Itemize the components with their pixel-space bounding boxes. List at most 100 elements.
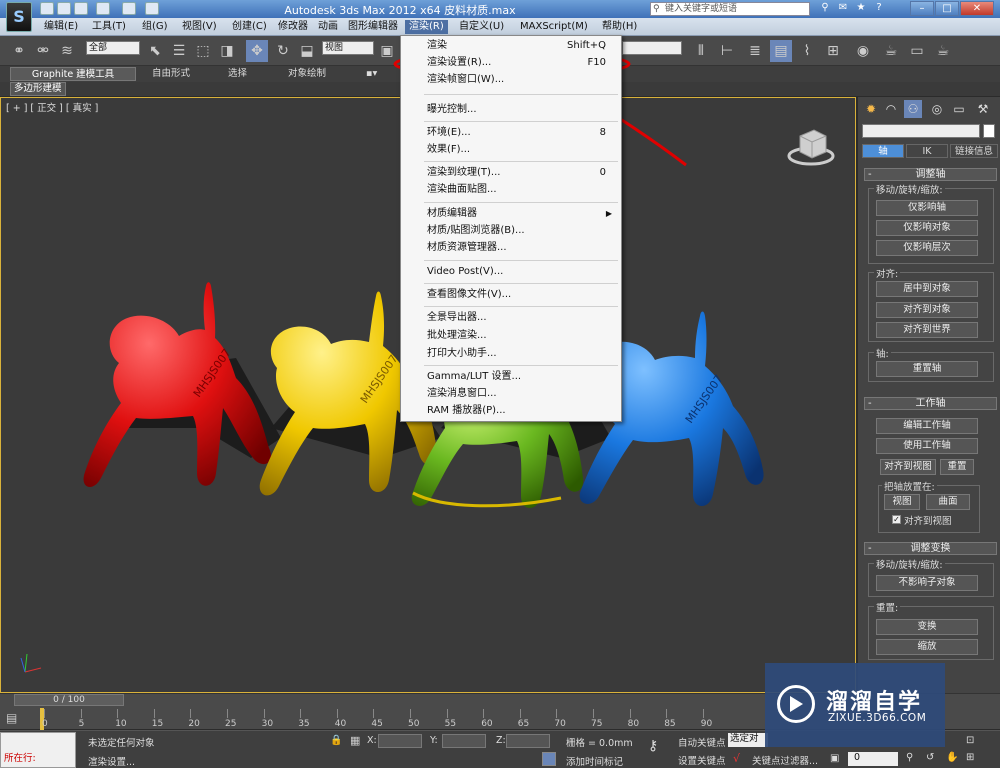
menu-item-ram-player[interactable]: RAM 播放器(P)... <box>400 403 620 419</box>
set-key-icon[interactable]: ⚷ <box>648 738 658 754</box>
lock-selection-icon[interactable]: 🔒 <box>330 735 342 746</box>
reset-scale-button[interactable]: 缩放 <box>876 639 978 655</box>
display-panel-icon[interactable]: ▭ <box>950 100 968 118</box>
align-to-view-checkbox[interactable]: ✓ <box>892 515 901 524</box>
reset-transform-button[interactable]: 变换 <box>876 619 978 635</box>
y-label: Y: <box>430 735 438 746</box>
hierarchy-panel-icon[interactable]: ⚇ <box>904 100 922 118</box>
menu-item-render-surface-map[interactable]: 渲染曲面贴图... <box>400 182 620 198</box>
menu-separator <box>424 260 618 261</box>
x-coord-field[interactable] <box>378 734 422 748</box>
absolute-mode-icon[interactable]: ▦ <box>350 734 360 747</box>
menu-item-environment[interactable]: 环境(E)... 8 <box>400 125 620 141</box>
zoom-icon[interactable]: ⚲ <box>906 752 913 763</box>
create-panel-icon[interactable]: ✹ <box>862 100 880 118</box>
menu-separator <box>424 365 618 366</box>
timeline-tick-mark <box>666 709 668 718</box>
align-to-world-button[interactable]: 对齐到世界 <box>876 322 978 338</box>
menu-separator <box>424 94 618 95</box>
add-time-tag-button[interactable]: 添加时间标记 <box>566 754 623 768</box>
group-label-reset: 重置: <box>874 600 901 614</box>
time-config-icon[interactable]: ▣ <box>830 753 839 764</box>
pan-icon[interactable]: ✋ <box>946 752 958 763</box>
menu-item-view-image-file[interactable]: 查看图像文件(V)... <box>400 287 620 303</box>
orbit-icon[interactable]: ↺ <box>926 752 934 763</box>
maximize-viewport-icon[interactable]: ⊞ <box>966 752 974 763</box>
timeline-tick-label: 50 <box>408 719 420 729</box>
key-filters-button[interactable]: 关键点过滤器... <box>752 753 818 767</box>
menu-item-render[interactable]: 渲染 Shift+Q <box>400 38 620 54</box>
timeline-tick-mark <box>410 709 411 718</box>
menu-item-panorama-exporter[interactable]: 全景导出器... <box>400 310 620 326</box>
timeline-tick-label: 65 <box>517 719 530 729</box>
menu-item-material-browser[interactable]: 材质/贴图浏览器(B)... <box>400 223 620 239</box>
menu-item-rendered-frame-window[interactable]: 渲染帧窗口(W)... <box>400 72 620 88</box>
menu-item-effects[interactable]: 效果(F)... <box>400 142 620 158</box>
affect-object-only-button[interactable]: 仅影响对象 <box>876 220 978 236</box>
timeline-tick-mark <box>629 709 631 718</box>
timeline-tick-mark <box>117 709 119 718</box>
group-label-align: 对齐: <box>874 266 901 280</box>
group-label-transform-move: 移动/旋转/缩放: <box>874 557 945 571</box>
align-to-view-button[interactable]: 对齐到视图 <box>880 459 936 475</box>
maxscript-line-label: 所在行: <box>4 753 36 764</box>
menu-item-batch-render[interactable]: 批处理渲染... <box>400 328 620 344</box>
key-mode-dropdown[interactable]: 选定对 <box>728 733 768 747</box>
grid-spacing: 栅格 = 0.0mm <box>566 738 633 749</box>
use-working-pivot-button[interactable]: 使用工作轴 <box>876 438 978 454</box>
menu-item-exposure-control[interactable]: 曝光控制... <box>400 102 620 118</box>
object-name-field[interactable] <box>862 124 980 138</box>
current-frame-field[interactable]: 0 <box>848 752 898 766</box>
timeline-tick-label: 45 <box>371 719 383 729</box>
center-to-object-button[interactable]: 居中到对象 <box>876 281 978 297</box>
group-label-move: 移动/旋转/缩放: <box>874 182 945 196</box>
place-surface-button[interactable]: 曲面 <box>926 494 970 510</box>
menu-item-print-size-wizard[interactable]: 打印大小助手... <box>400 346 620 362</box>
align-to-object-button[interactable]: 对齐到对象 <box>876 302 978 318</box>
timeline-tick-mark <box>153 709 155 718</box>
dont-affect-children-button[interactable]: 不影响子对象 <box>876 575 978 591</box>
time-tag-icon[interactable] <box>542 752 556 766</box>
modify-panel-icon[interactable]: ◠ <box>882 100 900 118</box>
timeline-tick-label: 5 <box>78 719 85 729</box>
z-coord-field[interactable] <box>506 734 550 748</box>
selection-status: 未选定任何对象 <box>88 738 155 749</box>
rollout-adjust-pivot[interactable]: - 调整轴 <box>864 168 997 181</box>
timeline-tick-label: 30 <box>261 719 274 729</box>
mini-curve-editor-icon[interactable]: ▤ <box>6 711 17 725</box>
timeline-tick-label: 90 <box>700 719 713 729</box>
time-slider[interactable]: 0 / 100 <box>14 694 124 706</box>
timeline-tick-mark <box>702 709 704 718</box>
timeline-tick-mark <box>519 709 521 718</box>
timeline-tick-label: 0 <box>42 719 48 729</box>
tab-pivot[interactable]: 轴 <box>862 144 904 158</box>
timeline-tick-mark <box>300 709 302 718</box>
menu-separator <box>424 121 618 122</box>
tab-ik[interactable]: IK <box>906 144 948 158</box>
affect-pivot-only-button[interactable]: 仅影响轴 <box>876 200 978 216</box>
object-color-swatch[interactable] <box>983 124 995 138</box>
menu-item-render-setup[interactable]: 渲染设置(R)... F10 <box>400 55 620 71</box>
reset-pivot-button[interactable]: 重置轴 <box>876 361 978 377</box>
menu-item-gamma-lut[interactable]: Gamma/LUT 设置... <box>400 369 620 385</box>
rollout-working-pivot[interactable]: - 工作轴 <box>864 397 997 410</box>
utilities-panel-icon[interactable]: ⚒ <box>974 100 992 118</box>
menu-item-render-message-window[interactable]: 渲染消息窗口... <box>400 386 620 402</box>
y-coord-field[interactable] <box>442 734 486 748</box>
app-logo-icon[interactable]: S <box>6 2 32 32</box>
prompt-line: 渲染设置... <box>88 757 136 768</box>
menu-item-material-explorer[interactable]: 材质资源管理器... <box>400 240 620 256</box>
zoom-extents-icon[interactable]: ⊡ <box>966 735 974 746</box>
reset-working-pivot-button[interactable]: 重置 <box>940 459 974 475</box>
place-view-button[interactable]: 视图 <box>884 494 920 510</box>
motion-panel-icon[interactable]: ◎ <box>928 100 946 118</box>
auto-key-button[interactable]: 自动关键点 <box>678 735 726 749</box>
set-key-button[interactable]: 设置关键点 <box>678 753 726 767</box>
menu-item-material-editor[interactable]: 材质编辑器 ▶ <box>400 206 620 222</box>
menu-item-video-post[interactable]: Video Post(V)... <box>400 264 620 280</box>
tab-link-info[interactable]: 链接信息 <box>950 144 998 158</box>
rollout-adjust-transform[interactable]: - 调整变换 <box>864 542 997 555</box>
affect-hierarchy-only-button[interactable]: 仅影响层次 <box>876 240 978 256</box>
edit-working-pivot-button[interactable]: 编辑工作轴 <box>876 418 978 434</box>
menu-item-render-to-texture[interactable]: 渲染到纹理(T)... 0 <box>400 165 620 181</box>
